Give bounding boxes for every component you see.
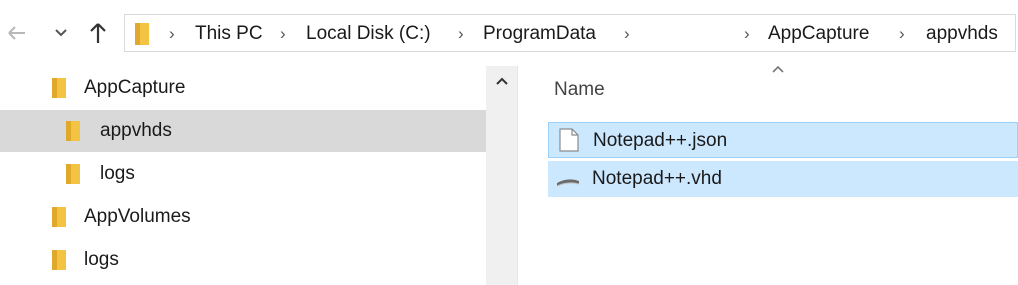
navigation-pane: AppCapture appvhds logs AppVolumes logs bbox=[0, 66, 486, 285]
folder-icon bbox=[52, 250, 66, 270]
tree-item-label: logs bbox=[100, 163, 135, 184]
sort-ascending-icon bbox=[772, 65, 784, 73]
file-name: Notepad++.vhd bbox=[592, 168, 722, 189]
breadcrumb-this-pc[interactable]: This PC bbox=[195, 15, 263, 53]
file-list: Name Notepad++.json Notepad++.vhd bbox=[518, 65, 1018, 285]
breadcrumb-separator[interactable]: › bbox=[744, 15, 750, 53]
document-icon bbox=[559, 128, 579, 152]
tree-item-logs[interactable]: logs bbox=[0, 240, 486, 280]
file-row[interactable]: Notepad++.json bbox=[548, 122, 1018, 158]
tree-item-appvolumes[interactable]: AppVolumes bbox=[0, 197, 486, 237]
breadcrumb-local-disk[interactable]: Local Disk (C:) bbox=[306, 15, 431, 53]
tree-item-label: AppCapture bbox=[84, 77, 186, 98]
breadcrumb-appvhds[interactable]: appvhds bbox=[926, 15, 998, 53]
arrow-left-icon bbox=[8, 26, 25, 40]
folder-icon bbox=[52, 207, 66, 227]
column-header-name[interactable]: Name bbox=[554, 72, 605, 108]
tree-item-appvhds[interactable]: appvhds bbox=[0, 110, 486, 152]
arrow-up-icon bbox=[90, 23, 106, 43]
folder-icon bbox=[66, 121, 80, 141]
chevron-down-icon bbox=[55, 29, 67, 37]
up-button[interactable] bbox=[84, 18, 112, 48]
breadcrumb-separator[interactable]: › bbox=[280, 15, 286, 53]
scroll-up-button[interactable] bbox=[486, 66, 518, 96]
tree-item-logs[interactable]: logs bbox=[0, 154, 486, 194]
navigation-bar: › This PC › Local Disk (C:) › ProgramDat… bbox=[0, 0, 1018, 66]
tree-item-appcapture[interactable]: AppCapture bbox=[0, 68, 486, 108]
folder-icon bbox=[66, 164, 80, 184]
back-button[interactable] bbox=[4, 18, 30, 48]
breadcrumb-separator[interactable]: › bbox=[899, 15, 905, 53]
breadcrumb-appcapture[interactable]: AppCapture bbox=[768, 15, 869, 53]
navigation-scrollbar[interactable] bbox=[486, 66, 518, 285]
breadcrumb-programdata[interactable]: ProgramData bbox=[483, 15, 596, 53]
file-name: Notepad++.json bbox=[593, 130, 728, 151]
recent-locations-button[interactable] bbox=[50, 18, 72, 48]
breadcrumb-separator: › bbox=[169, 24, 175, 43]
file-row[interactable]: Notepad++.vhd bbox=[548, 161, 1018, 197]
folder-icon bbox=[52, 78, 66, 98]
breadcrumb-separator[interactable]: › bbox=[624, 15, 630, 53]
address-bar[interactable]: › This PC › Local Disk (C:) › ProgramDat… bbox=[124, 14, 1016, 52]
tree-item-label: appvhds bbox=[100, 120, 172, 141]
folder-icon bbox=[135, 23, 149, 45]
disk-image-icon bbox=[556, 179, 580, 187]
tree-item-label: logs bbox=[84, 249, 119, 270]
breadcrumb-separator[interactable]: › bbox=[458, 15, 464, 53]
chevron-up-icon bbox=[496, 77, 508, 85]
tree-item-label: AppVolumes bbox=[84, 206, 191, 227]
